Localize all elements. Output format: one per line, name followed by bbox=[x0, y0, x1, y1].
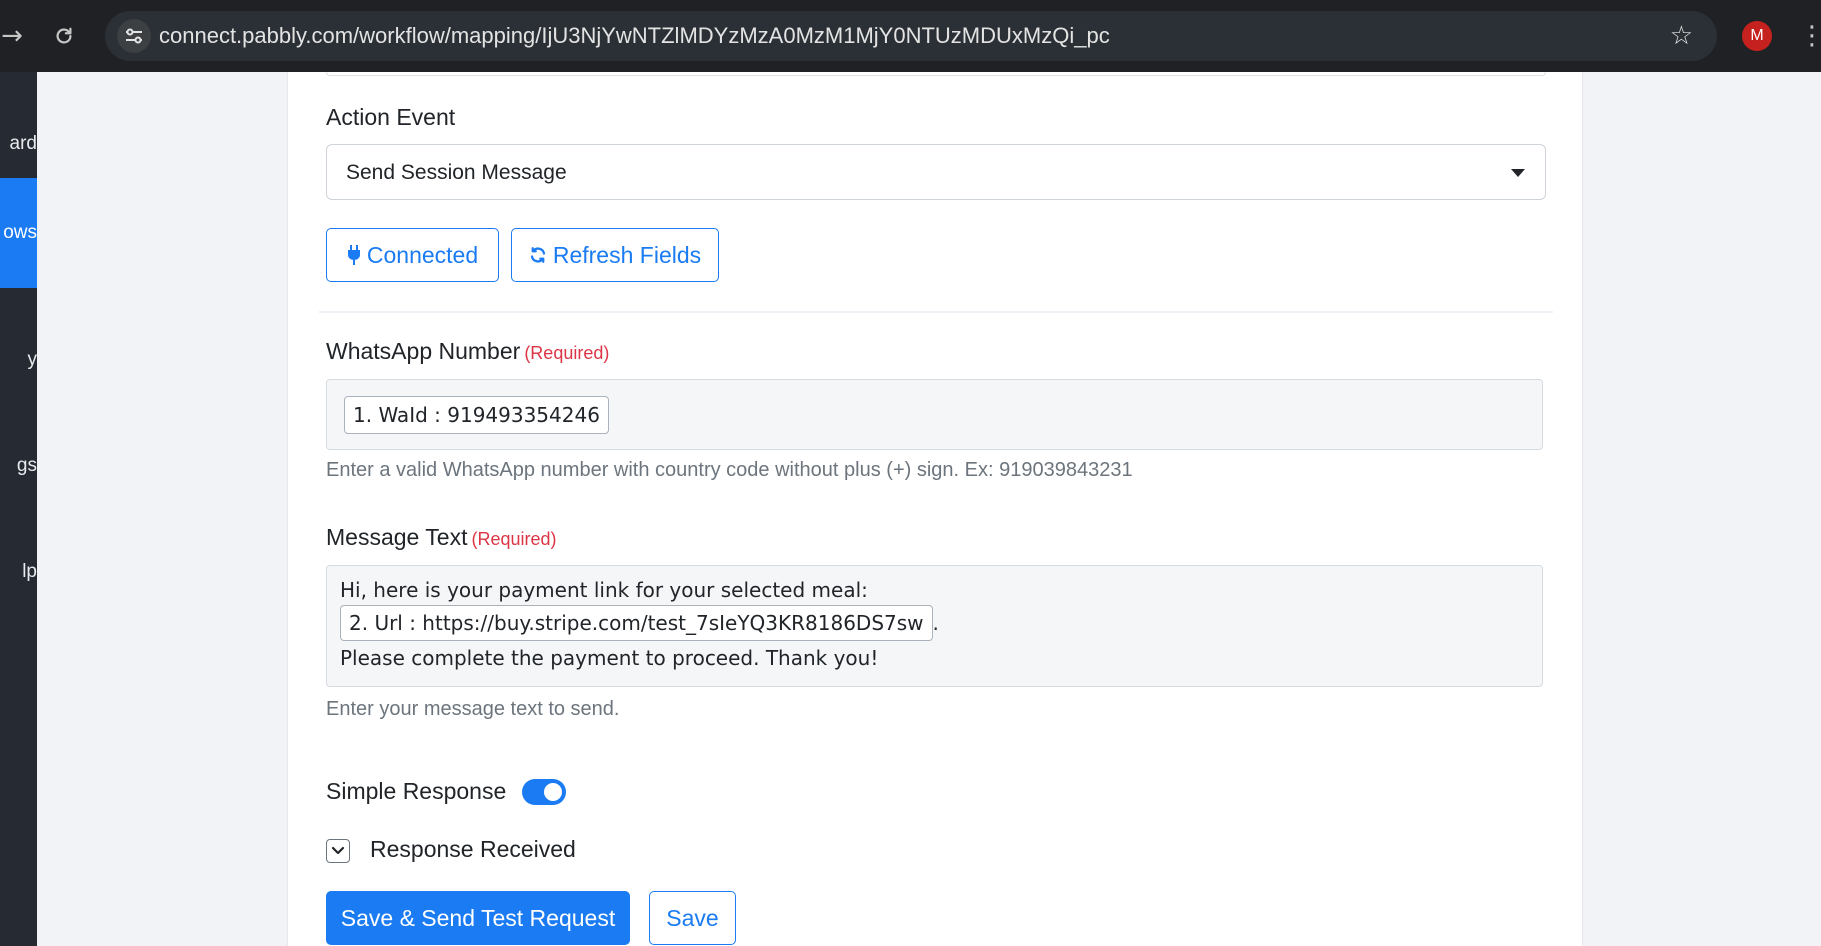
sidebar-item-settings[interactable]: gs bbox=[0, 446, 37, 486]
browser-toolbar: → connect.pabbly.com/workflow/mapping/Ij… bbox=[0, 0, 1821, 72]
plug-icon bbox=[347, 245, 360, 265]
message-text-field[interactable]: Hi, here is your payment link for your s… bbox=[326, 565, 1543, 687]
app-sidebar: ard ows y gs lp bbox=[0, 72, 37, 946]
refresh-fields-button[interactable]: Refresh Fields bbox=[511, 228, 719, 282]
whatsapp-number-field[interactable]: 1. WaId : 919493354246 bbox=[326, 379, 1543, 450]
sync-icon bbox=[530, 247, 545, 263]
message-line-1: Hi, here is your payment link for your s… bbox=[340, 578, 868, 602]
toggle-knob bbox=[544, 783, 562, 801]
tune-icon bbox=[126, 28, 142, 44]
url-text[interactable]: connect.pabbly.com/workflow/mapping/IjU3… bbox=[159, 23, 1110, 49]
action-event-label: Action Event bbox=[326, 104, 456, 130]
sidebar-item-help[interactable]: lp bbox=[0, 552, 37, 592]
message-line-2: 2. Url : https://buy.stripe.com/test_7sI… bbox=[340, 605, 1529, 641]
message-text-help: Enter your message text to send. bbox=[326, 698, 620, 720]
whatsapp-required-marker: (Required) bbox=[524, 343, 610, 363]
message-text-label: Message Text (Required) bbox=[326, 524, 557, 551]
save-button-label: Save bbox=[666, 904, 719, 931]
sidebar-item-dashboard[interactable]: ard bbox=[0, 124, 37, 164]
message-required-marker: (Required) bbox=[471, 529, 557, 549]
url-mapped-token[interactable]: 2. Url : https://buy.stripe.com/test_7sI… bbox=[340, 605, 933, 641]
previous-field-edge bbox=[326, 72, 1546, 76]
sidebar-item-workflows[interactable]: ows bbox=[0, 178, 37, 288]
whatsapp-number-label-text: WhatsApp Number bbox=[326, 338, 521, 364]
action-step-card: Action Event Send Session Message Connec… bbox=[287, 72, 1583, 946]
message-token-suffix: . bbox=[932, 611, 939, 635]
whatsapp-number-label: WhatsApp Number (Required) bbox=[326, 338, 609, 365]
caret-down-icon bbox=[1511, 169, 1525, 177]
waid-mapped-token[interactable]: 1. WaId : 919493354246 bbox=[344, 396, 609, 434]
profile-avatar[interactable]: M bbox=[1742, 21, 1772, 51]
reload-icon[interactable] bbox=[46, 18, 82, 54]
chevron-down-icon bbox=[331, 846, 345, 855]
whatsapp-number-help: Enter a valid WhatsApp number with count… bbox=[326, 459, 1133, 481]
response-received-expand-toggle[interactable] bbox=[326, 839, 350, 863]
message-line-3: Please complete the payment to proceed. … bbox=[340, 646, 879, 670]
site-settings-icon[interactable] bbox=[117, 19, 151, 53]
response-received-label: Response Received bbox=[370, 836, 576, 862]
message-text-label-text: Message Text bbox=[326, 524, 468, 550]
section-divider bbox=[319, 311, 1553, 313]
simple-response-label: Simple Response bbox=[326, 778, 507, 804]
simple-response-toggle[interactable] bbox=[522, 779, 566, 805]
sidebar-item-history[interactable]: y bbox=[0, 340, 38, 380]
save-and-send-test-button[interactable]: Save & Send Test Request bbox=[326, 891, 630, 945]
connected-button-label: Connected bbox=[366, 241, 479, 268]
action-event-select[interactable]: Send Session Message bbox=[326, 144, 1546, 200]
browser-menu-icon[interactable]: ⋮ bbox=[1799, 19, 1821, 53]
reload-icon-svg bbox=[56, 27, 72, 44]
refresh-fields-button-label: Refresh Fields bbox=[552, 241, 702, 268]
connected-button[interactable]: Connected bbox=[326, 228, 499, 282]
forward-arrow-icon[interactable]: → bbox=[0, 18, 30, 54]
save-button[interactable]: Save bbox=[649, 891, 736, 945]
address-bar[interactable]: connect.pabbly.com/workflow/mapping/IjU3… bbox=[105, 11, 1717, 61]
bookmark-star-icon[interactable]: ☆ bbox=[1670, 21, 1693, 51]
action-event-value: Send Session Message bbox=[346, 161, 567, 184]
